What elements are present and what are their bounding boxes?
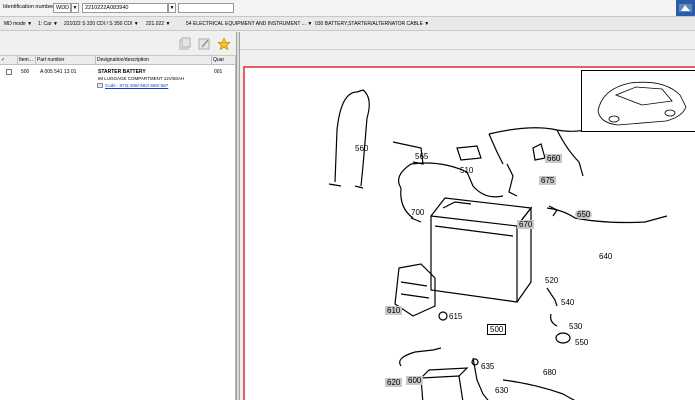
identification-label: Identification number <box>3 4 55 10</box>
callout-560[interactable]: 560 <box>355 144 368 153</box>
vehicle-location-thumbnail <box>581 70 695 132</box>
diagram-panel: 560 565 510 660 675 650 670 700 640 520 … <box>240 32 695 400</box>
breadcrumb-subgroup[interactable]: 030 BATTERY,STARTER/ALTERNATOR CABLE ▼ <box>315 21 429 27</box>
id-prefix-dropdown-icon[interactable]: ▼ <box>71 3 79 13</box>
callout-500-selected[interactable]: 500 <box>487 324 507 335</box>
callout-610[interactable]: 610 <box>385 306 403 315</box>
callout-635[interactable]: 635 <box>481 362 494 371</box>
callout-680[interactable]: 680 <box>543 368 556 377</box>
callout-615[interactable]: 615 <box>449 312 462 321</box>
breadcrumb-group[interactable]: 54 ELECTRICAL EQUIPMENT AND INSTRUMENT .… <box>186 21 312 27</box>
chevron-down-icon: ▼ <box>165 21 171 27</box>
chevron-down-icon: ▼ <box>424 21 430 27</box>
breadcrumb-category[interactable]: 1: Car ▼ <box>38 21 58 27</box>
breadcrumb-model[interactable]: 221022 S 320 CDI / S 350 CDI ▼ <box>64 21 139 27</box>
column-header-designation[interactable]: Designation/description <box>96 56 212 65</box>
breadcrumb: MD mode ▼ 1: Car ▼ 221022 S 320 CDI / S … <box>0 16 695 31</box>
callout-660[interactable]: 660 <box>545 154 563 163</box>
row-part-number: A 005 541 13 01 <box>40 69 77 75</box>
breadcrumb-mode[interactable]: MD mode ▼ <box>4 21 32 27</box>
row-description: IM LUGGAGE COMPARTMENT 12V/60AH <box>98 76 185 81</box>
row-designation: STARTER BATTERY <box>98 69 146 75</box>
callout-650[interactable]: 650 <box>575 210 593 219</box>
callout-600[interactable]: 600 <box>406 376 424 385</box>
callout-550[interactable]: 550 <box>575 338 588 347</box>
parts-list-panel: ✓ Item... Part number Designation/descri… <box>0 32 236 400</box>
id-value-dropdown-icon[interactable]: ▼ <box>168 3 176 13</box>
callout-630[interactable]: 630 <box>495 386 508 395</box>
chevron-down-icon: ▼ <box>27 21 33 27</box>
favorite-star-icon[interactable] <box>217 37 231 51</box>
callout-640[interactable]: 640 <box>599 252 612 261</box>
parts-table-header: ✓ Item... Part number Designation/descri… <box>0 56 236 65</box>
callout-565[interactable]: 565 <box>415 152 428 161</box>
callout-670[interactable]: 670 <box>517 220 535 229</box>
column-header-quantity[interactable]: Quar <box>212 56 236 65</box>
callout-510[interactable]: 510 <box>460 166 473 175</box>
callout-520[interactable]: 520 <box>545 276 558 285</box>
row-checkbox[interactable] <box>6 69 12 75</box>
column-header-select[interactable]: ✓ <box>0 56 18 65</box>
table-row[interactable]: 500 A 005 541 13 01 STARTER BATTERY IM L… <box>0 66 236 90</box>
row-item: 500 <box>21 69 30 75</box>
id-prefix-field[interactable]: WDD <box>53 3 71 13</box>
row-quantity: 001 <box>214 69 223 75</box>
parts-toolbar <box>0 32 236 56</box>
diagram-toolbar <box>240 32 695 50</box>
breadcrumb-chassis[interactable]: 221.022 ▼ <box>146 21 170 27</box>
callout-700[interactable]: 700 <box>411 208 424 217</box>
exploded-view-drawing[interactable]: 560 565 510 660 675 650 670 700 640 520 … <box>243 66 695 400</box>
id-extra-field[interactable] <box>178 3 234 13</box>
callout-540[interactable]: 540 <box>561 298 574 307</box>
app-logo-icon <box>676 0 695 16</box>
document-icon <box>97 83 103 88</box>
chevron-down-icon: ▼ <box>53 21 58 27</box>
column-header-part-number[interactable]: Part number <box>36 56 96 65</box>
copy-icon[interactable] <box>178 37 192 51</box>
callout-675[interactable]: 675 <box>539 176 557 185</box>
column-header-item[interactable]: Item... <box>18 56 36 65</box>
id-value-field[interactable]: 2210222A083940 <box>82 3 168 13</box>
chevron-down-icon: ▼ <box>133 21 139 27</box>
callout-620[interactable]: 620 <box>385 378 403 387</box>
identification-bar: Identification number WDD ▼ 2210222A0839… <box>0 0 695 16</box>
code-link[interactable]: Code : 873(-308/-582/-550/-587 <box>105 83 168 88</box>
callout-530[interactable]: 530 <box>569 322 582 331</box>
edit-icon[interactable] <box>197 37 211 51</box>
chevron-down-icon: ▼ <box>307 21 313 27</box>
